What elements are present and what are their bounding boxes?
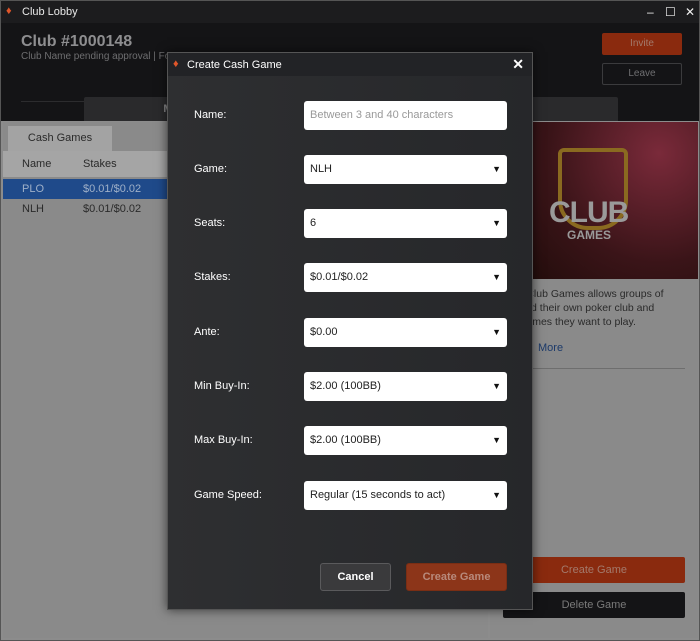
dropdown-arrow-icon: ▼	[492, 272, 501, 282]
name-input[interactable]	[310, 109, 507, 121]
stakes-value: $0.01/$0.02	[310, 271, 369, 283]
ante-row: Ante: $0.00 ▼	[168, 318, 532, 347]
dialog-header: ♦ Create Cash Game ✕	[168, 53, 532, 76]
dialog-title: Create Cash Game	[187, 59, 282, 71]
game-name: PLO	[22, 183, 45, 195]
max-buyin-label: Max Buy-In:	[194, 434, 253, 446]
seats-label: Seats:	[194, 217, 226, 229]
banner-games-text: GAMES	[567, 228, 612, 242]
name-row: Name:	[168, 101, 532, 130]
seats-row: Seats: 6 ▼	[168, 209, 532, 238]
dropdown-arrow-icon: ▼	[492, 327, 501, 337]
game-speed-select[interactable]: Regular (15 seconds to act) ▼	[304, 481, 507, 510]
game-stakes: $0.01/$0.02	[83, 183, 142, 195]
game-name: NLH	[22, 203, 45, 215]
banner-club-text: CLUB	[549, 196, 629, 229]
cancel-button[interactable]: Cancel	[320, 563, 391, 591]
dropdown-arrow-icon: ▼	[492, 381, 501, 391]
max-buyin-value: $2.00 (100BB)	[310, 434, 381, 446]
min-buyin-select[interactable]: $2.00 (100BB) ▼	[304, 372, 507, 401]
min-buyin-row: Min Buy-In: $2.00 (100BB) ▼	[168, 372, 532, 401]
ante-value: $0.00	[310, 326, 338, 338]
create-cash-game-dialog: ♦ Create Cash Game ✕ Name: Game: NLH ▼ Se…	[167, 52, 533, 610]
name-field[interactable]	[304, 101, 507, 130]
title-bar: ♦ Club Lobby – ☐ ✕	[1, 1, 699, 23]
dropdown-arrow-icon: ▼	[492, 218, 501, 228]
min-buyin-label: Min Buy-In:	[194, 380, 250, 392]
game-speed-label: Game Speed:	[194, 489, 262, 501]
partypoker-logo-icon: ♦	[173, 58, 179, 70]
max-buyin-select[interactable]: $2.00 (100BB) ▼	[304, 426, 507, 455]
dropdown-arrow-icon: ▼	[492, 490, 501, 500]
stakes-label: Stakes:	[194, 271, 231, 283]
club-subtitle: Club Name pending approval | Fou	[21, 51, 176, 62]
game-row: Game: NLH ▼	[168, 155, 532, 184]
minimize-button[interactable]: –	[647, 5, 654, 19]
leave-button[interactable]: Leave	[602, 63, 682, 85]
dropdown-arrow-icon: ▼	[492, 435, 501, 445]
game-speed-row: Game Speed: Regular (15 seconds to act) ▼	[168, 481, 532, 510]
dropdown-arrow-icon: ▼	[492, 164, 501, 174]
game-speed-value: Regular (15 seconds to act)	[310, 489, 446, 501]
game-value: NLH	[310, 163, 333, 175]
seats-value: 6	[310, 217, 317, 229]
ante-label: Ante:	[194, 326, 220, 338]
close-dialog-button[interactable]: ✕	[512, 56, 524, 73]
learn-more-link[interactable]: More	[538, 342, 563, 354]
close-window-button[interactable]: ✕	[685, 5, 695, 19]
partypoker-logo-icon: ♦	[6, 5, 12, 17]
ante-select[interactable]: $0.00 ▼	[304, 318, 507, 347]
create-game-submit-button[interactable]: Create Game	[406, 563, 507, 591]
club-title: Club #1000148	[21, 33, 133, 50]
game-stakes: $0.01/$0.02	[83, 203, 142, 215]
name-label: Name:	[194, 109, 227, 121]
min-buyin-value: $2.00 (100BB)	[310, 380, 381, 392]
invite-button[interactable]: Invite	[602, 33, 682, 55]
stakes-row: Stakes: $0.01/$0.02 ▼	[168, 263, 532, 292]
window-title: Club Lobby	[22, 6, 78, 18]
column-name[interactable]: Name	[3, 151, 83, 177]
stakes-select[interactable]: $0.01/$0.02 ▼	[304, 263, 507, 292]
tab-cash-games[interactable]: Cash Games	[8, 126, 112, 151]
column-stakes[interactable]: Stakes	[83, 151, 173, 177]
game-select[interactable]: NLH ▼	[304, 155, 507, 184]
max-buyin-row: Max Buy-In: $2.00 (100BB) ▼	[168, 426, 532, 455]
seats-select[interactable]: 6 ▼	[304, 209, 507, 238]
game-label: Game:	[194, 163, 228, 175]
maximize-button[interactable]: ☐	[665, 5, 676, 19]
